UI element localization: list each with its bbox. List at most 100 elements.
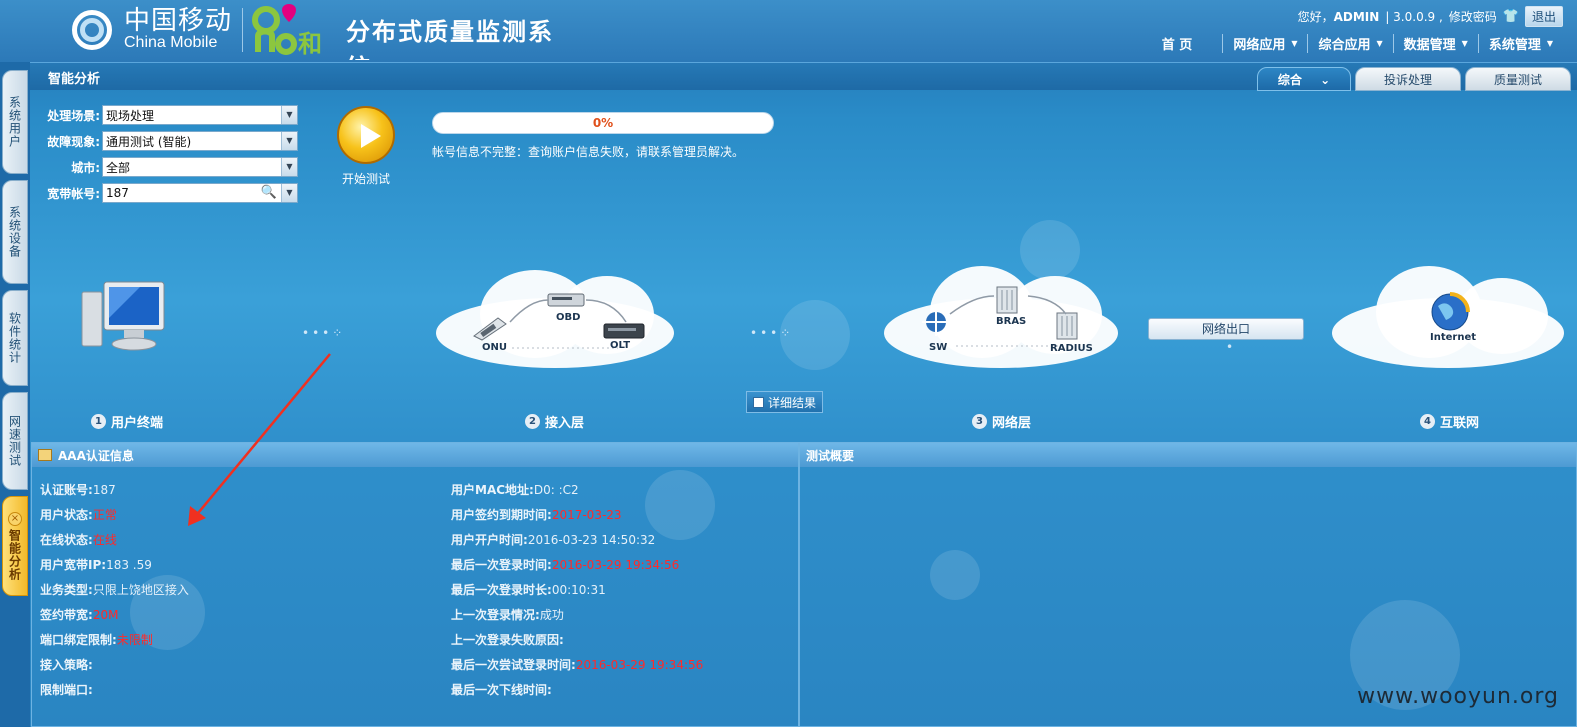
side-tab-2[interactable]: 软件统计 [2, 290, 28, 386]
summary-panel-title: 测试概要 [806, 448, 855, 463]
layer-num: 2 [525, 414, 540, 429]
info-row: 认证账号:187 [40, 481, 189, 506]
info-key: 在线状态: [40, 533, 93, 547]
info-value: 187 [92, 483, 116, 497]
change-password-link[interactable]: 修改密码 [1449, 8, 1497, 25]
info-row: 在线状态:在线 [40, 531, 189, 556]
side-tab-4[interactable]: 智能分析 [2, 496, 28, 596]
info-key: 用户状态: [40, 508, 93, 522]
info-key: 签约带宽: [40, 608, 93, 622]
info-key: 最后一次下线时间: [451, 683, 552, 697]
query-form: 处理场景: 现场处理 ▼ 故障现象: 通用测试 (智能) ▼ 城市: 全部 ▼ … [38, 102, 298, 206]
layer-label-user-terminal: 1 用户终端 [91, 412, 163, 431]
nav-item-4[interactable]: 系统管理 ▼ [1477, 34, 1563, 53]
nav-item-2[interactable]: 综合应用 ▼ [1307, 34, 1392, 53]
info-row: 签约带宽:20M [40, 606, 189, 631]
scene-row: 处理场景: 现场处理 ▼ [38, 102, 298, 128]
account-row: 宽带帐号: 187 🔍 ▼ [38, 180, 298, 206]
aaa-panel-title: AAA认证信息 [58, 448, 134, 463]
scene-label: 处理场景: [47, 108, 100, 123]
fault-label: 故障现象: [47, 134, 100, 149]
fault-value: 通用测试 (智能) [106, 134, 192, 149]
side-tab-0[interactable]: 系统用户 [2, 70, 28, 174]
info-row: 最后一次登录时间:2016-03-29 19:34:56 [451, 556, 703, 581]
olt-label: OLT [610, 340, 631, 351]
info-value: 在线 [92, 533, 117, 547]
info-value: 2016-03-29 19:34:56 [575, 658, 704, 672]
user-bar: 您好， ADMIN | 3.0.0.9 , 修改密码 👕 退出 [1298, 6, 1563, 27]
nav-item-label: 数据管理 [1403, 38, 1456, 53]
fault-row: 故障现象: 通用测试 (智能) ▼ [38, 128, 298, 154]
computer-icon [81, 281, 165, 351]
info-key: 用户宽带IP: [40, 558, 107, 572]
layer-text: 互联网 [1440, 416, 1480, 431]
side-tab-3[interactable]: 网速测试 [2, 392, 28, 490]
info-row: 上一次登录情况:成功 [451, 606, 703, 631]
detail-icon [753, 396, 764, 408]
chevron-down-icon: ▼ [1546, 39, 1553, 48]
progress-label: 0% [592, 116, 614, 130]
layer-text: 网络层 [992, 416, 1032, 431]
system-title: 分布式质量监测系统 [346, 18, 554, 60]
layer-num: 1 [91, 414, 106, 429]
tab-label: 质量测试 [1493, 73, 1542, 87]
summary-panel-header: 测试概要 [800, 443, 1576, 467]
side-tab-bar: 系统用户系统设备软件统计网速测试智能分析 × [0, 62, 30, 727]
id-card-icon [38, 449, 52, 461]
status-message: 帐号信息不完整：查询账户信息失败，请联系管理员解决。 [432, 145, 745, 159]
city-select[interactable]: 全部 ▼ [102, 157, 298, 177]
logo-cn-text: 中国移动 [124, 5, 233, 36]
info-key: 业务类型: [40, 583, 93, 597]
obd-label: OBD [556, 312, 581, 323]
chevron-down-icon: ▼ [1291, 39, 1298, 48]
tab-label: 综合 [1277, 73, 1302, 87]
decor-bubble [1020, 220, 1080, 280]
account-value: 187 [106, 186, 129, 200]
nav-item-3[interactable]: 数据管理 ▼ [1392, 34, 1478, 53]
shirt-icon[interactable]: 👕 [1503, 9, 1519, 24]
chevron-down-icon[interactable]: ▼ [281, 158, 297, 176]
chevron-down-icon: ⌄ [1315, 73, 1331, 87]
info-key: 用户签约到期时间: [451, 508, 552, 522]
detail-result-button[interactable]: 详细结果 [746, 391, 823, 413]
flow-dots: •••⁘ [750, 326, 794, 340]
tab-2[interactable]: 质量测试 [1465, 67, 1571, 91]
bras-label: BRAS [996, 316, 1027, 327]
info-value: 2017-03-23 [551, 508, 622, 522]
nav-item-0[interactable]: 首 页 [1162, 34, 1223, 53]
detail-result-label: 详细结果 [768, 395, 817, 410]
china-mobile-logo: 中国移动 China Mobile [66, 4, 232, 56]
close-icon[interactable]: × [8, 512, 22, 526]
account-input[interactable]: 187 🔍 ▼ [102, 183, 298, 203]
flow-dots: •••⁘ [302, 326, 346, 340]
tab-1[interactable]: 投诉处理 [1355, 67, 1461, 91]
info-value: 2016-03-29 19:34:56 [551, 558, 680, 572]
watermark-text: www.wooyun.org [1357, 684, 1559, 709]
start-test-button[interactable] [337, 106, 395, 164]
info-row: 用户签约到期时间:2017-03-23 [451, 506, 703, 531]
city-row: 城市: 全部 ▼ [38, 154, 298, 180]
chevron-down-icon[interactable]: ▼ [281, 106, 297, 124]
account-label: 宽带帐号: [47, 186, 100, 201]
chevron-down-icon[interactable]: ▼ [281, 184, 297, 202]
start-test: 开始测试 [336, 106, 396, 187]
search-icon[interactable]: 🔍 [261, 185, 277, 200]
info-row: 接入策略: [40, 656, 189, 681]
layer-label-network: 3 网络层 [972, 412, 1031, 431]
scene-select[interactable]: 现场处理 ▼ [102, 105, 298, 125]
side-tab-1[interactable]: 系统设备 [2, 180, 28, 284]
aaa-right-column: 用户MAC地址:D0: :C2 用户签约到期时间:2017-03-23 用户开户时间… [451, 481, 703, 706]
tab-label: 投诉处理 [1383, 73, 1432, 87]
tab-0[interactable]: 综合 ⌄ [1257, 67, 1351, 91]
china-mobile-logo-icon [66, 4, 120, 56]
info-key: 上一次登录情况: [451, 608, 540, 622]
logout-button[interactable]: 退出 [1524, 6, 1563, 27]
fault-select[interactable]: 通用测试 (智能) ▼ [102, 131, 298, 151]
chevron-down-icon[interactable]: ▼ [281, 132, 297, 150]
nav-item-1[interactable]: 网络应用 ▼ [1222, 34, 1307, 53]
info-row: 限制端口: [40, 681, 189, 706]
info-value: 2016-03-23 14:50:32 [527, 533, 656, 547]
layer-label-access: 2 接入层 [525, 412, 584, 431]
info-key: 最后一次登录时长: [451, 583, 552, 597]
info-value: 成功 [539, 608, 564, 622]
